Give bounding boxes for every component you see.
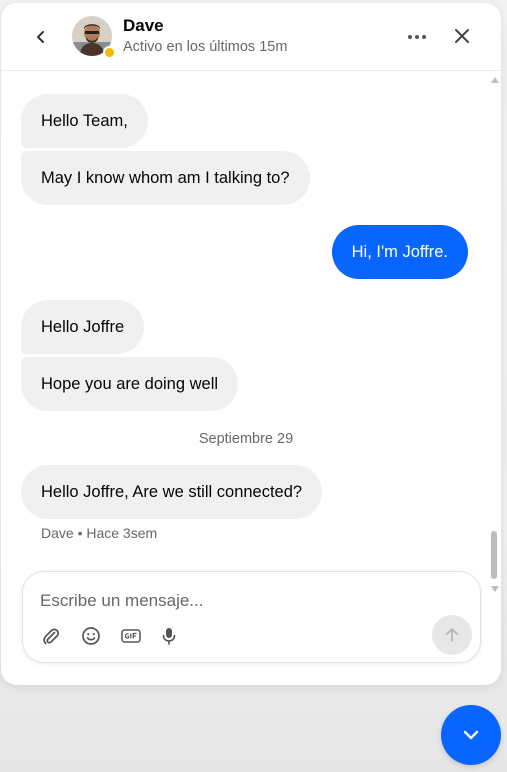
attach-button[interactable]: [39, 625, 63, 647]
scroll-down-arrow[interactable]: [491, 586, 499, 592]
message-list: Hello Team, May I know whom am I talking…: [1, 71, 501, 571]
voice-button[interactable]: [157, 625, 181, 647]
contact-status: Activo en los últimos 15m: [123, 39, 288, 55]
date-separator: Septiembre 29: [198, 431, 294, 447]
emoji-button[interactable]: [79, 625, 103, 647]
message-bubble: Hope you are doing well: [21, 357, 239, 411]
gif-icon: [121, 629, 141, 643]
message-bubble: May I know whom am I talking to?: [21, 151, 310, 205]
scrollbar[interactable]: [488, 71, 501, 597]
toggle-chat-button[interactable]: [441, 705, 501, 765]
close-button[interactable]: [449, 23, 475, 49]
more-options-button[interactable]: [403, 25, 431, 49]
more-icon: [408, 35, 426, 39]
arrow-up-icon: [446, 628, 458, 642]
attach-icon: [43, 628, 60, 645]
message-bubble: Hello Joffre, Are we still connected?: [21, 465, 323, 519]
chevron-left-icon: [37, 31, 44, 43]
message-composer: [22, 571, 481, 663]
send-button[interactable]: [432, 615, 472, 655]
message-bubble: Hello Joffre: [21, 300, 145, 354]
close-icon: [455, 29, 469, 43]
message-input[interactable]: [40, 588, 440, 614]
scroll-thumb[interactable]: [491, 531, 497, 579]
online-status-dot: [103, 46, 116, 59]
back-button[interactable]: [29, 25, 53, 49]
microphone-icon: [162, 628, 176, 645]
chat-header: Dave Activo en los últimos 15m: [1, 3, 501, 71]
contact-name[interactable]: Dave: [123, 16, 164, 36]
chat-window: Dave Activo en los últimos 15m Hello Tea…: [1, 3, 501, 685]
gif-button[interactable]: [119, 625, 143, 647]
chevron-down-icon: [463, 730, 479, 740]
emoji-icon: [82, 627, 100, 645]
scroll-up-arrow[interactable]: [491, 77, 499, 83]
message-meta: Dave • Hace 3sem: [41, 525, 158, 541]
message-bubble: Hi, I'm Joffre.: [331, 225, 468, 279]
message-bubble: Hello Team,: [21, 94, 148, 148]
